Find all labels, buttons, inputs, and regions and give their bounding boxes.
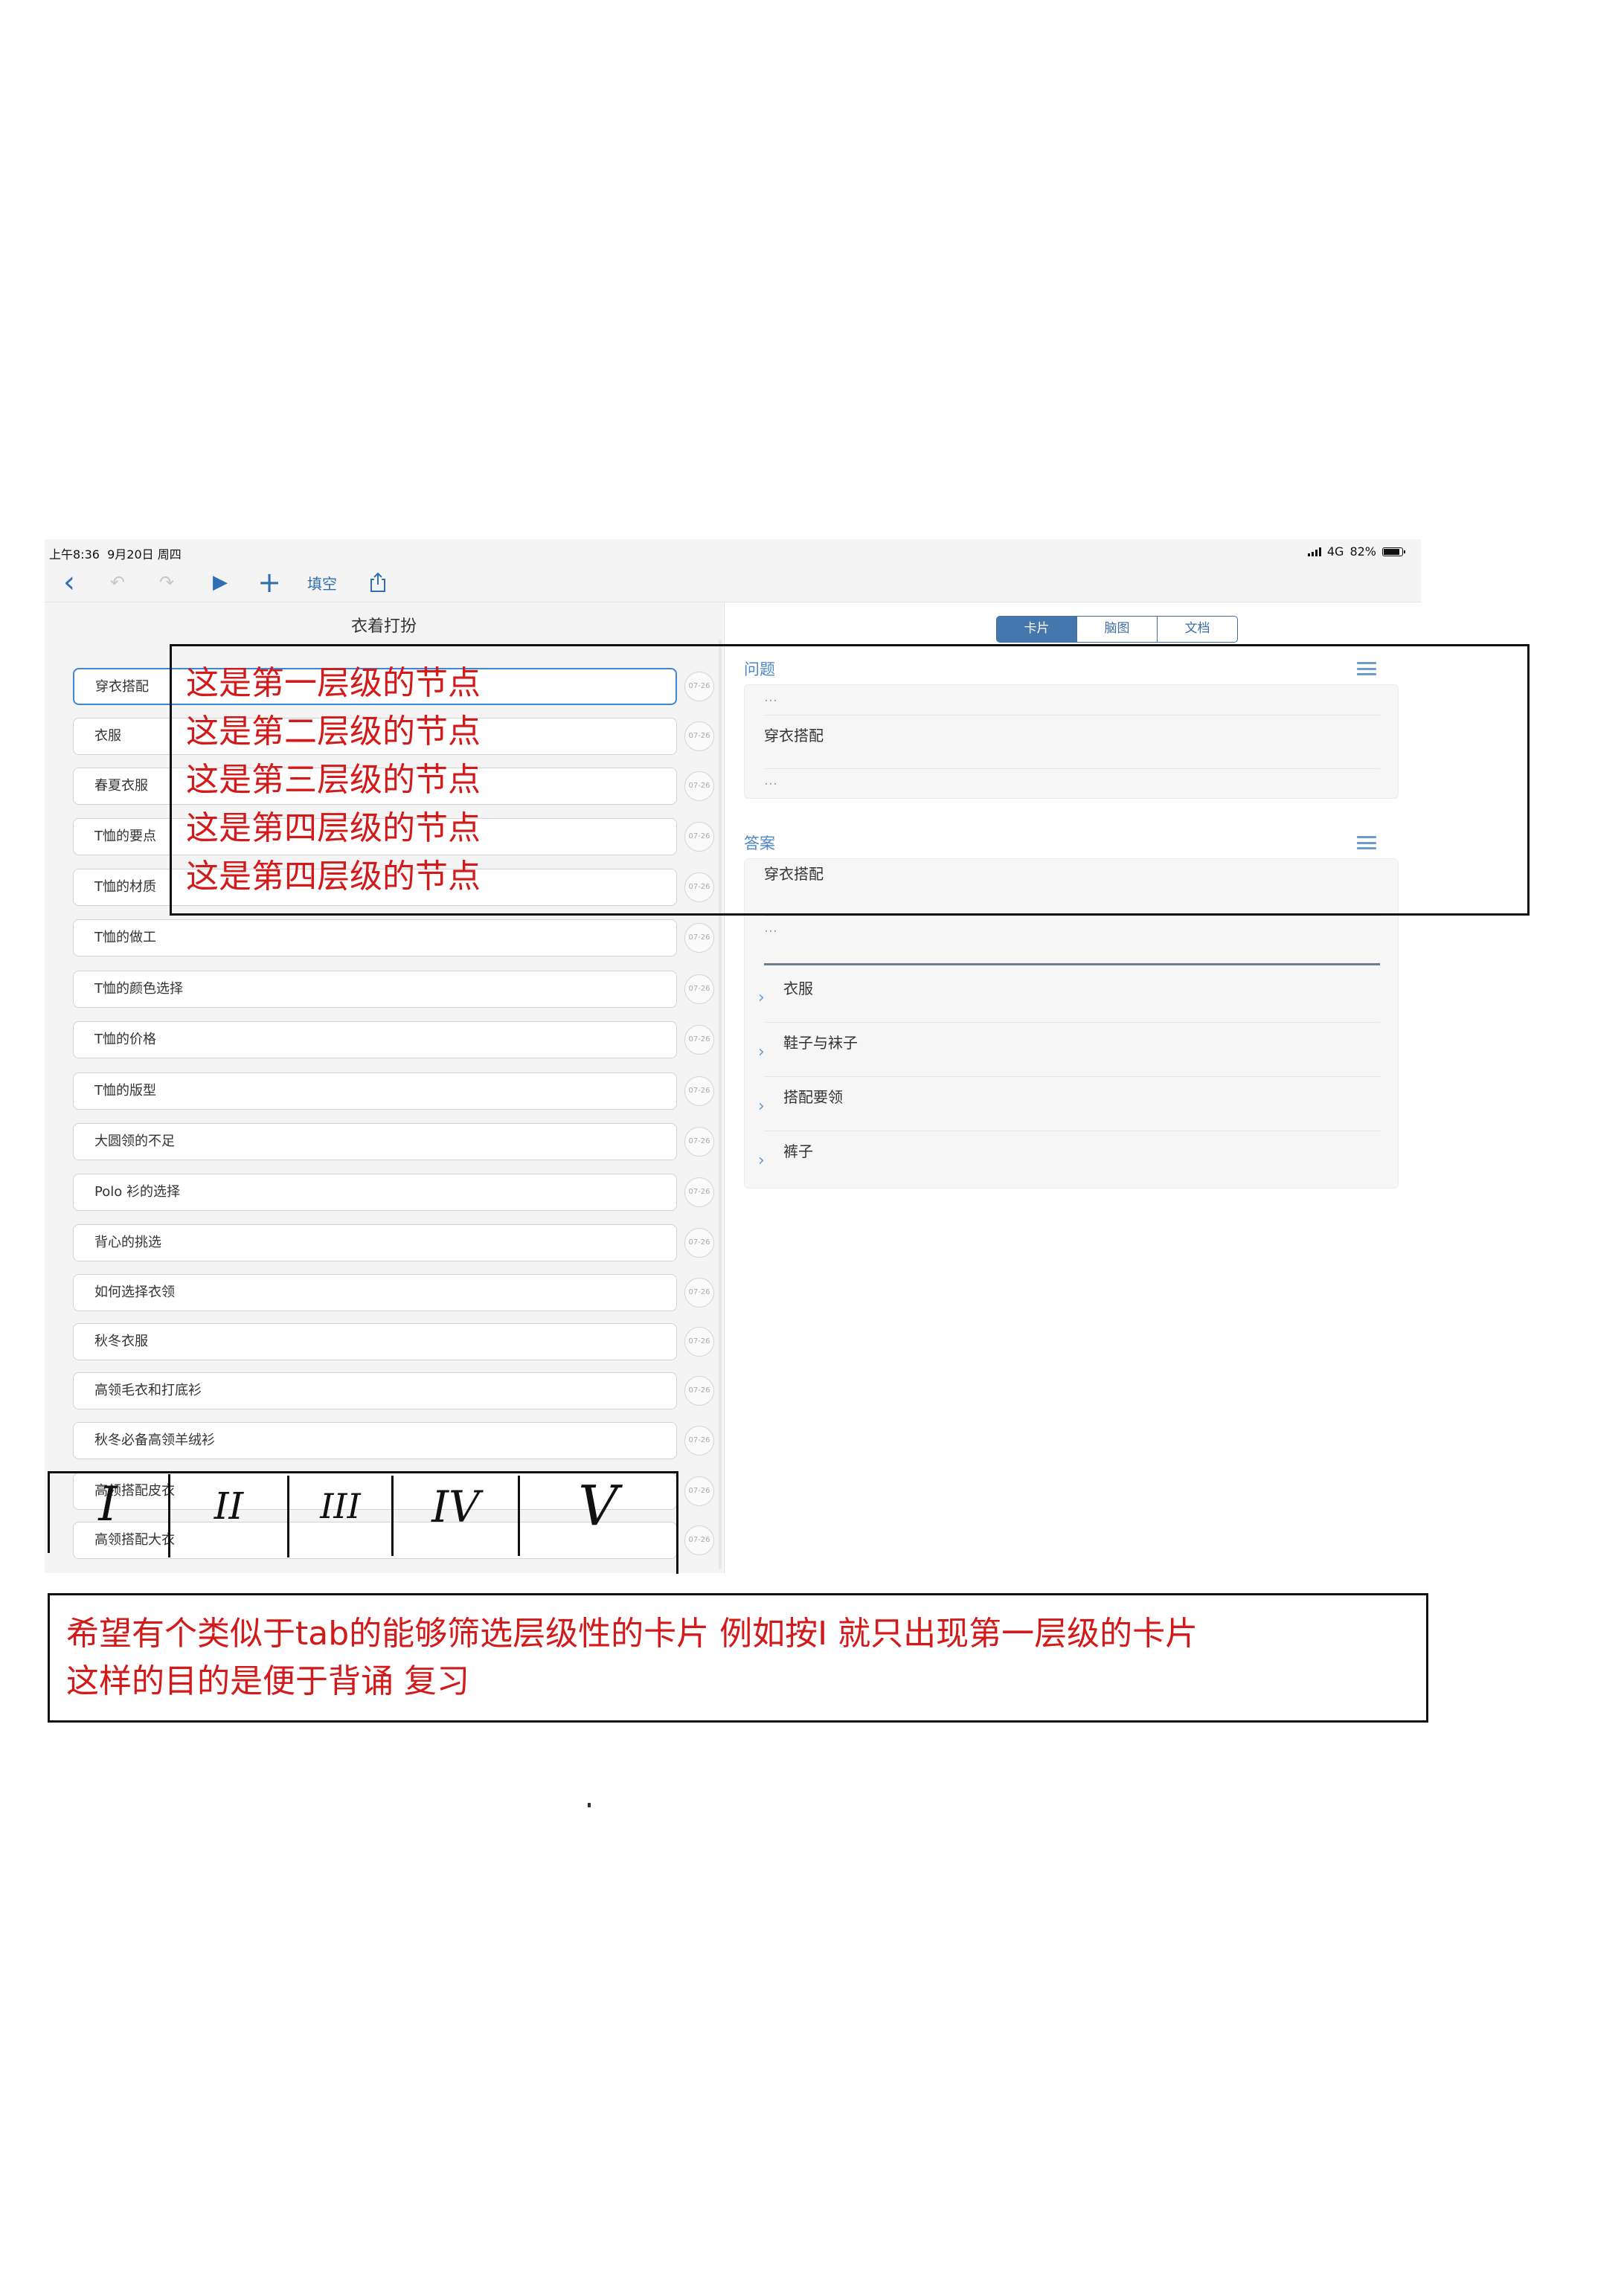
answer-child-label: 搭配要领 [783, 1088, 843, 1106]
answer-child-label: 鞋子与袜子 [783, 1034, 858, 1052]
divider [764, 1076, 1380, 1077]
outline-node[interactable]: 秋冬衣服 [73, 1323, 677, 1360]
level-note-3: 这是第三层级的节点 [186, 761, 481, 799]
review-date-badge[interactable]: 07-26 [684, 1376, 714, 1406]
redo-button[interactable]: ↷ [153, 567, 180, 597]
signal-icon [1307, 547, 1321, 556]
tab-level-1[interactable]: I [48, 1477, 168, 1532]
answer-child-row[interactable]: › 衣服 [745, 969, 1398, 1023]
tab-card[interactable]: 卡片 [997, 617, 1077, 642]
status-bar: 上午8:36 9月20日 周四 4G 82% [45, 539, 1421, 563]
tab-mindmap[interactable]: 脑图 [1077, 617, 1158, 642]
document-title: 衣着打扮 [350, 617, 417, 636]
level-annotations: 这是第一层级的节点 这是第二层级的节点 这是第三层级的节点 这是第四层级的节点 … [186, 659, 481, 901]
request-line-1: 希望有个类似于tab的能够筛选层级性的卡片 例如按I 就只出现第一层级的卡片 [66, 1615, 1198, 1653]
outline-node[interactable]: Polo 衫的选择 [73, 1174, 677, 1211]
outline-node[interactable]: 秋冬必备高领羊绒衫 [73, 1422, 677, 1459]
review-date-badge[interactable]: 07-26 [684, 1476, 714, 1506]
outline-node[interactable]: 背心的挑选 [73, 1224, 677, 1261]
level-note-2: 这是第二层级的节点 [186, 713, 481, 750]
fill-blank-button[interactable]: 填空 [304, 567, 341, 597]
review-date-badge[interactable]: 07-26 [684, 1228, 714, 1258]
divider [764, 1022, 1380, 1023]
outline-node[interactable]: 如何选择衣领 [73, 1274, 677, 1311]
battery-label: 82% [1349, 544, 1376, 559]
level-filter-sketch: I II III IV V [48, 1471, 678, 1575]
view-tabs: 卡片 脑图 文档 [996, 616, 1238, 643]
tab-level-5[interactable]: V [520, 1474, 676, 1538]
answer-divider [764, 963, 1380, 965]
tab-level-4[interactable]: IV [394, 1482, 518, 1532]
outline-node[interactable]: T恤的版型 [73, 1073, 677, 1110]
chevron-right-icon: › [758, 988, 765, 1007]
request-note: 希望有个类似于tab的能够筛选层级性的卡片 例如按I 就只出现第一层级的卡片 这… [66, 1610, 1198, 1705]
request-line-2: 这样的目的是便于背诵 复习 [66, 1662, 469, 1700]
undo-button[interactable]: ↶ [104, 567, 131, 597]
review-date-badge[interactable]: 07-26 [684, 923, 714, 953]
review-date-badge[interactable]: 07-26 [684, 1278, 714, 1308]
review-date-badge[interactable]: 07-26 [684, 974, 714, 1004]
status-time-date: 上午8:36 9月20日 周四 [49, 547, 182, 562]
review-date-badge[interactable]: 07-26 [684, 1327, 714, 1357]
stray-mark [588, 1803, 591, 1807]
network-label: 4G [1326, 544, 1344, 559]
outline-node[interactable]: T恤的颜色选择 [73, 971, 677, 1008]
share-icon[interactable] [365, 567, 391, 597]
outline-node[interactable]: T恤的做工 [73, 919, 677, 956]
tab-level-2[interactable]: II [170, 1485, 287, 1528]
answer-child-row[interactable]: › 搭配要领 [745, 1078, 1398, 1131]
play-button[interactable]: ▶ [205, 567, 235, 597]
review-date-badge[interactable]: 07-26 [684, 1426, 714, 1456]
answer-child-label: 衣服 [783, 980, 813, 997]
outline-node[interactable]: 大圆领的不足 [73, 1123, 677, 1160]
level-note-5: 这是第四层级的节点 [186, 858, 481, 895]
outline-node[interactable]: 高领毛衣和打底衫 [73, 1372, 677, 1409]
back-button[interactable]: ‹ [58, 565, 80, 599]
answer-dots: … [764, 920, 777, 936]
add-button[interactable]: + [254, 566, 284, 599]
review-date-badge[interactable]: 07-26 [684, 1177, 714, 1207]
review-date-badge[interactable]: 07-26 [684, 1076, 714, 1106]
chevron-right-icon: › [758, 1097, 765, 1116]
answer-child-row[interactable]: › 裤子 [745, 1132, 1398, 1186]
outline-node[interactable]: T恤的价格 [73, 1021, 677, 1058]
request-box: 希望有个类似于tab的能够筛选层级性的卡片 例如按I 就只出现第一层级的卡片 这… [48, 1593, 1428, 1723]
review-date-badge[interactable]: 07-26 [684, 1127, 714, 1157]
level-note-1: 这是第一层级的节点 [186, 664, 481, 702]
review-date-badge[interactable]: 07-26 [684, 1525, 714, 1555]
battery-icon [1382, 547, 1405, 556]
status-right: 4G 82% [1307, 544, 1405, 559]
tab-document[interactable]: 文档 [1158, 617, 1237, 642]
answer-child-row[interactable]: › 鞋子与袜子 [745, 1023, 1398, 1077]
tab-level-3[interactable]: III [289, 1486, 391, 1526]
answer-child-label: 裤子 [783, 1142, 813, 1160]
level-note-4: 这是第四层级的节点 [186, 809, 481, 847]
review-date-badge[interactable]: 07-26 [684, 1025, 714, 1055]
chevron-right-icon: › [758, 1151, 765, 1170]
toolbar: ‹ ↶ ↷ ▶ + 填空 [45, 563, 1421, 602]
chevron-right-icon: › [758, 1043, 765, 1061]
